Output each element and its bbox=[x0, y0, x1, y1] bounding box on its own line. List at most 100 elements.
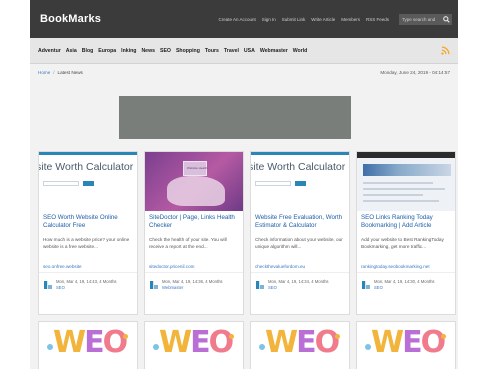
card-thumbnail[interactable] bbox=[357, 152, 455, 211]
nav-members[interactable]: Members bbox=[341, 17, 360, 22]
rss-button[interactable] bbox=[440, 46, 450, 56]
category-inking[interactable]: Inking bbox=[121, 48, 136, 54]
top-nav: Create An Account Sign In Submit Link Wr… bbox=[218, 13, 452, 25]
article-card[interactable]: WEO bbox=[144, 321, 244, 369]
decorative-dot bbox=[47, 344, 53, 350]
meta-date: Mon, Mar 4, 19, 14:36, 4 Months bbox=[162, 279, 223, 284]
thumbnail-banner-shape bbox=[363, 164, 451, 176]
nav-sign-in[interactable]: Sign In bbox=[262, 17, 276, 22]
bookmark-user-icon bbox=[149, 280, 158, 289]
bookmark-user-icon bbox=[361, 280, 370, 289]
card-thumbnail[interactable]: Website Health bbox=[145, 152, 243, 211]
search-input[interactable] bbox=[399, 13, 441, 25]
decorative-dot bbox=[123, 334, 128, 339]
thumbnail-text: site Worth Calculator bbox=[39, 161, 134, 173]
meta-category[interactable]: Webmaster bbox=[162, 285, 223, 291]
article-card[interactable]: Website Health SiteDoctor | Page, Links … bbox=[144, 151, 244, 315]
category-bar: Adventur Asia Blog Europa Inking News SE… bbox=[30, 38, 458, 64]
category-webmaster[interactable]: Webmaster bbox=[260, 48, 288, 54]
top-bar: BookMarks Create An Account Sign In Subm… bbox=[30, 0, 458, 38]
card-title[interactable]: SEO Worth Website Online Calculator Free bbox=[39, 211, 137, 235]
category-usa[interactable]: USA bbox=[244, 48, 255, 54]
article-card[interactable]: site Worth Calculator SEO Worth Website … bbox=[38, 151, 138, 315]
card-title[interactable]: SiteDoctor | Page, Links Health Checker bbox=[145, 211, 243, 235]
breadcrumb: Home / Latest News Monday, June 24, 2019… bbox=[30, 64, 458, 80]
card-thumbnail[interactable]: site Worth Calculator bbox=[39, 152, 137, 211]
bookmark-user-icon bbox=[255, 280, 264, 289]
thumbnail-line-shape bbox=[363, 182, 433, 184]
thumbnail-button-shape bbox=[295, 181, 306, 186]
nav-write-article[interactable]: Write Article bbox=[311, 17, 335, 22]
seo-thumbnail[interactable]: WEO bbox=[265, 328, 340, 358]
card-url[interactable]: seo.onfree.website bbox=[39, 261, 137, 273]
seo-thumbnail[interactable]: WEO bbox=[53, 328, 128, 358]
card-grid: site Worth Calculator SEO Worth Website … bbox=[38, 151, 456, 315]
article-card[interactable]: site Worth Calculator Website Free Evalu… bbox=[250, 151, 350, 315]
site-logo[interactable]: BookMarks bbox=[40, 13, 101, 25]
card-title[interactable]: SEO Links Ranking Today Bookmarking | Ad… bbox=[357, 211, 455, 235]
search-button[interactable] bbox=[441, 13, 452, 25]
thumbnail-text: site Worth Calculator bbox=[251, 161, 346, 173]
article-card[interactable]: WEO bbox=[356, 321, 456, 369]
category-seo[interactable]: SEO bbox=[160, 48, 171, 54]
breadcrumb-home[interactable]: Home bbox=[38, 70, 50, 75]
thumbnail-input-shape bbox=[255, 181, 291, 186]
article-card[interactable]: SEO Links Ranking Today Bookmarking | Ad… bbox=[356, 151, 456, 315]
search-box bbox=[399, 13, 452, 25]
nav-create-account[interactable]: Create An Account bbox=[218, 17, 255, 22]
thumbnail-input-shape bbox=[43, 181, 79, 186]
breadcrumb-current: Latest News bbox=[57, 69, 83, 75]
meta-text: Mon, Mar 4, 19, 14:36, 4 Months Webmaste… bbox=[162, 279, 223, 290]
category-travel[interactable]: Travel bbox=[224, 48, 239, 54]
category-tours[interactable]: Tours bbox=[205, 48, 219, 54]
meta-date: Mon, Mar 4, 19, 14:30, 4 Months bbox=[374, 279, 435, 284]
thumbnail-line-shape bbox=[363, 194, 423, 196]
seo-thumbnail[interactable]: WEO bbox=[371, 328, 446, 358]
meta-date: Mon, Mar 4, 19, 14:34, 4 Months bbox=[268, 279, 329, 284]
page-frame: BookMarks Create An Account Sign In Subm… bbox=[30, 0, 458, 369]
category-world[interactable]: World bbox=[293, 48, 308, 54]
card-url[interactable]: sitedoctor.pricenil.com bbox=[145, 261, 243, 273]
article-card[interactable]: WEO bbox=[250, 321, 350, 369]
meta-category[interactable]: SEO bbox=[374, 285, 435, 291]
nav-submit-link[interactable]: Submit Link bbox=[282, 17, 306, 22]
seo-thumbnail[interactable]: WEO bbox=[159, 328, 234, 358]
category-blog[interactable]: Blog bbox=[82, 48, 94, 54]
card-grid-second-row: WEO WEO WEO WEO bbox=[38, 321, 456, 369]
card-meta: Mon, Mar 4, 19, 14:34, 4 Months SEO bbox=[251, 273, 349, 290]
card-description: Check the health of your site. You will … bbox=[149, 237, 227, 249]
category-adventur[interactable]: Adventur bbox=[38, 48, 61, 54]
category-asia[interactable]: Asia bbox=[66, 48, 77, 54]
category-shopping[interactable]: Shopping bbox=[176, 48, 200, 54]
card-url[interactable]: checkthevaluefordom.eu bbox=[251, 261, 349, 273]
decorative-dot bbox=[229, 334, 234, 339]
category-europa[interactable]: Europa bbox=[98, 48, 116, 54]
meta-text: Mon, Mar 4, 19, 14:43, 4 Months SEO bbox=[56, 279, 117, 290]
breadcrumb-separator: / bbox=[53, 69, 55, 75]
search-icon bbox=[443, 15, 450, 23]
card-url[interactable]: rankingtoday.seobookmarking.net bbox=[357, 261, 455, 273]
card-thumbnail[interactable]: site Worth Calculator bbox=[251, 152, 349, 211]
rss-icon bbox=[440, 46, 450, 55]
decorative-dot bbox=[153, 344, 159, 350]
card-description: Add your website to Best RankingToday Bo… bbox=[361, 237, 444, 249]
card-title[interactable]: Website Free Evaluation, Worth Estimator… bbox=[251, 211, 349, 235]
meta-category[interactable]: SEO bbox=[268, 285, 329, 291]
card-meta: Mon, Mar 4, 19, 14:36, 4 Months Webmaste… bbox=[145, 273, 243, 290]
category-list: Adventur Asia Blog Europa Inking News SE… bbox=[38, 48, 307, 54]
article-card[interactable]: WEO bbox=[38, 321, 138, 369]
decorative-dot bbox=[259, 344, 265, 350]
nav-rss-feeds[interactable]: RSS Feeds bbox=[366, 17, 389, 22]
ad-banner[interactable] bbox=[119, 96, 351, 139]
meta-text: Mon, Mar 4, 19, 14:34, 4 Months SEO bbox=[268, 279, 329, 290]
category-news[interactable]: News bbox=[141, 48, 155, 54]
card-meta: Mon, Mar 4, 19, 14:30, 4 Months SEO bbox=[357, 273, 455, 290]
thumbnail-text: Website Health bbox=[187, 166, 208, 170]
thumbnail-line-shape bbox=[363, 200, 439, 202]
card-description: Check information about your website, ou… bbox=[255, 237, 343, 249]
meta-category[interactable]: SEO bbox=[56, 285, 117, 291]
meta-date: Mon, Mar 4, 19, 14:43, 4 Months bbox=[56, 279, 117, 284]
meta-text: Mon, Mar 4, 19, 14:30, 4 Months SEO bbox=[374, 279, 435, 290]
card-description: How much is a website price? your online… bbox=[43, 237, 130, 249]
thumbnail-button-shape bbox=[83, 181, 94, 186]
